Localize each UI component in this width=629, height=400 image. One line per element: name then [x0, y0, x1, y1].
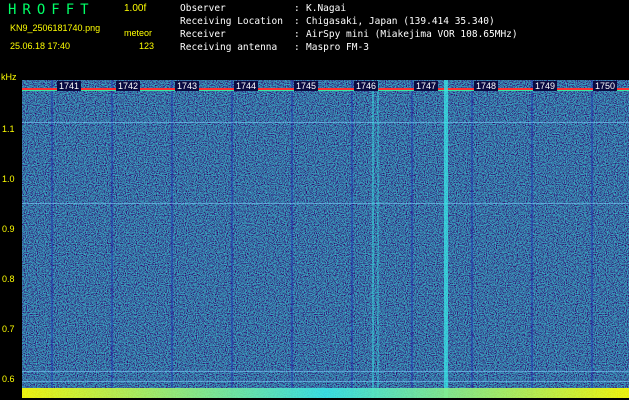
y-tick: 0.6	[2, 374, 15, 384]
y-axis: 1.1 1.0 0.9 0.8 0.7 0.6	[0, 80, 22, 398]
info-sep: :	[294, 16, 300, 27]
interference-line	[22, 203, 629, 204]
info-label: Receiving antenna	[180, 42, 278, 53]
time-label: 1741	[57, 81, 82, 91]
datetime-label: 25.06.18 17:40	[10, 41, 71, 51]
bottom-strip	[22, 388, 629, 398]
y-tick: 1.1	[2, 124, 15, 134]
time-label: 1742	[116, 81, 141, 91]
time-label: 1748	[474, 81, 499, 91]
interference-line	[22, 371, 629, 372]
info-row-receiver: Receiver : AirSpy mini (Miakejima VOR 10…	[180, 28, 518, 41]
time-label: 1743	[175, 81, 200, 91]
signal-streak	[372, 80, 374, 398]
time-label: 1749	[533, 81, 558, 91]
spectrogram-noise	[22, 80, 629, 398]
signal-streak	[444, 80, 448, 398]
meteor-count: 123	[139, 41, 155, 51]
info-label: Receiver	[180, 29, 226, 40]
info-row-observer: Observer : K.Nagai	[180, 2, 518, 15]
meteor-label: meteor	[124, 28, 153, 38]
spectrogram-canvas	[22, 80, 629, 398]
info-sep: :	[294, 42, 300, 53]
interference-line	[22, 122, 629, 123]
info-sep: :	[294, 3, 300, 14]
y-tick: 1.0	[2, 174, 15, 184]
filename-label: KN9_2506181740.png	[10, 23, 101, 33]
info-row-antenna: Receiving antenna : Maspro FM-3	[180, 41, 518, 54]
info-sep: :	[294, 29, 300, 40]
spectrogram[interactable]: 1741 1742 1743 1744 1745 1746 1747 1748 …	[22, 80, 629, 398]
signal-streak	[377, 80, 379, 398]
app-version: 1.00f	[124, 3, 147, 14]
time-label: 1744	[234, 81, 259, 91]
info-value: K.Nagai	[306, 3, 347, 14]
y-tick: 0.7	[2, 324, 15, 334]
time-label: 1750	[593, 81, 618, 91]
y-tick: 0.9	[2, 224, 15, 234]
info-value: Maspro FM-3	[306, 42, 369, 53]
station-info: Observer : K.Nagai Receiving Location : …	[180, 2, 518, 54]
y-tick: 0.8	[2, 274, 15, 284]
time-label: 1746	[354, 81, 379, 91]
info-label: Receiving Location	[180, 16, 283, 27]
app-title: HROFFT	[8, 2, 95, 18]
info-value: AirSpy mini (Miakejima VOR 108.65MHz)	[306, 29, 518, 40]
info-label: Observer	[180, 3, 226, 14]
time-label: 1747	[414, 81, 439, 91]
info-row-location: Receiving Location : Chigasaki, Japan (1…	[180, 15, 518, 28]
info-value: Chigasaki, Japan (139.414 35.340)	[306, 16, 495, 27]
time-label: 1745	[294, 81, 319, 91]
interference-line	[22, 381, 629, 382]
